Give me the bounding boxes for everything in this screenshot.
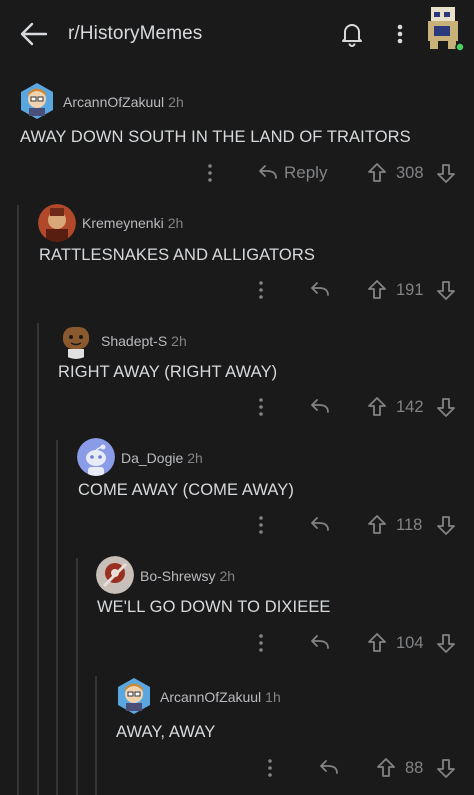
- comment-time: 2h: [167, 215, 184, 231]
- downvote-icon[interactable]: [436, 392, 456, 422]
- downvote-icon[interactable]: [436, 510, 456, 540]
- comment-time: 2h: [219, 568, 236, 584]
- avatar[interactable]: [38, 204, 76, 242]
- user-avatar[interactable]: [424, 4, 466, 52]
- comment-body: RATTLESNAKES AND ALLIGATORS: [39, 246, 315, 264]
- comment-body: AWAY, AWAY: [116, 723, 216, 741]
- comment-time: 2h: [168, 94, 184, 110]
- vote-score: 308: [396, 163, 424, 182]
- thread-line: [56, 440, 58, 795]
- downvote-icon[interactable]: [436, 753, 456, 783]
- avatar[interactable]: [18, 82, 56, 120]
- comment-actions: 142: [0, 392, 474, 422]
- upvote-icon[interactable]: [367, 275, 387, 305]
- comment-author[interactable]: ArcannOfZakuul 1h: [160, 689, 281, 705]
- comment-author[interactable]: Shadept-S 2h: [101, 333, 187, 349]
- vote-score: 142: [396, 397, 424, 416]
- comment-actions: 191: [0, 275, 474, 305]
- avatar[interactable]: [96, 556, 134, 594]
- more-options-icon[interactable]: [205, 158, 215, 188]
- reply-label: Reply: [284, 163, 328, 182]
- subreddit-title[interactable]: r/HistoryMemes: [68, 23, 202, 45]
- comment-time: 2h: [187, 450, 203, 466]
- more-options-icon[interactable]: [265, 753, 275, 783]
- comment-body: RIGHT AWAY (RIGHT AWAY): [58, 363, 278, 381]
- comment-body: COME AWAY (COME AWAY): [78, 481, 295, 499]
- vote-score: 88: [405, 758, 424, 777]
- reply-arrow-icon[interactable]: [310, 275, 330, 305]
- upvote-icon[interactable]: [367, 510, 387, 540]
- avatar[interactable]: [77, 438, 115, 476]
- reply-arrow-icon[interactable]: [310, 510, 330, 540]
- avatar[interactable]: [57, 321, 95, 359]
- downvote-icon[interactable]: [436, 628, 456, 658]
- more-options-icon[interactable]: [256, 392, 266, 422]
- comment-author[interactable]: Kremeynenki 2h: [82, 215, 183, 231]
- comment-author[interactable]: Da_Dogie 2h: [121, 450, 203, 466]
- comment-body: WE'LL GO DOWN TO DIXIEEE: [97, 598, 331, 616]
- comment-actions: 104: [0, 628, 474, 658]
- downvote-icon[interactable]: [436, 158, 456, 188]
- upvote-icon[interactable]: [367, 392, 387, 422]
- comment-time: 1h: [265, 689, 281, 705]
- upvote-icon[interactable]: [376, 753, 396, 783]
- comment-actions: 88: [0, 753, 474, 783]
- vote-score: 104: [396, 633, 424, 652]
- kebab-menu-icon[interactable]: [390, 20, 410, 48]
- top-bar: r/HistoryMemes: [0, 0, 474, 68]
- downvote-icon[interactable]: [436, 275, 456, 305]
- bell-icon[interactable]: [338, 20, 366, 48]
- more-options-icon[interactable]: [256, 275, 266, 305]
- vote-score: 191: [396, 280, 424, 299]
- upvote-icon[interactable]: [367, 628, 387, 658]
- comment-time: 2h: [171, 333, 187, 349]
- comment-body: AWAY DOWN SOUTH IN THE LAND OF TRAITORS: [20, 128, 411, 146]
- back-arrow-icon[interactable]: [18, 20, 50, 48]
- vote-score: 118: [396, 515, 423, 534]
- comment-actions: Reply 308: [0, 158, 474, 188]
- reply-arrow-icon[interactable]: [310, 628, 330, 658]
- reply-arrow-icon: [259, 165, 277, 179]
- more-options-icon[interactable]: [256, 628, 266, 658]
- avatar[interactable]: [115, 677, 153, 715]
- more-options-icon[interactable]: [256, 510, 266, 540]
- comment-author[interactable]: ArcannOfZakuul 2h: [63, 94, 184, 110]
- upvote-icon[interactable]: [367, 158, 387, 188]
- reply-button[interactable]: Reply: [258, 158, 327, 188]
- reply-arrow-icon[interactable]: [310, 392, 330, 422]
- comment-author[interactable]: Bo-Shrewsy 2h: [140, 568, 235, 584]
- reply-arrow-icon[interactable]: [319, 753, 339, 783]
- comment-actions: 118: [0, 510, 474, 540]
